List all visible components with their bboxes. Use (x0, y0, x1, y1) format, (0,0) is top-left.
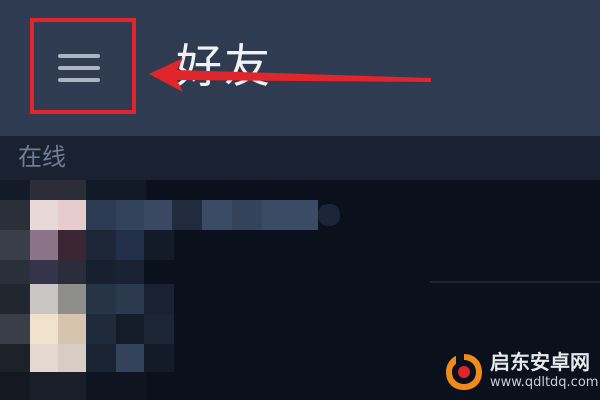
friends-screen: 好友 在线 启东安卓网 www.qdltdq.com (0, 0, 600, 400)
section-header: 在线 (0, 136, 600, 180)
section-label-online: 在线 (18, 143, 66, 171)
watermark-site-name: 启东安卓网 (490, 350, 590, 374)
hamburger-menu-icon (58, 54, 104, 84)
watermark-url: www.qdltdq.com (490, 375, 599, 390)
menu-button[interactable] (30, 18, 136, 114)
app-header: 好友 (0, 0, 600, 136)
watermark-logo-icon (446, 354, 482, 390)
red-arrow-annotation (149, 58, 431, 92)
site-watermark: 启东安卓网 www.qdltdq.com (442, 348, 598, 396)
list-divider (430, 281, 600, 283)
